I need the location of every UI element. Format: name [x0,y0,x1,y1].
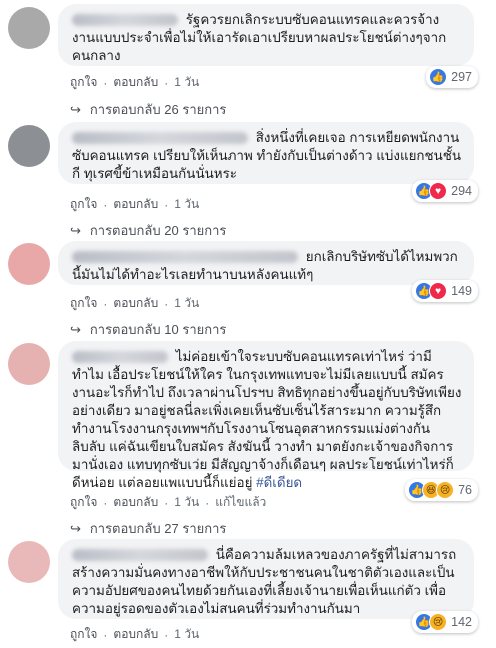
comment-text: ไม่ค่อยเข้าใจระบบซับคอนแทรคเท่าไหร่ ว่าม… [72,349,462,490]
comment-actions: ถูกใจ · ตอบกลับ · 1 วัน [70,294,199,313]
timestamp[interactable]: 1 วัน [174,294,199,313]
reaction-summary[interactable]: 👍 297 [426,66,478,88]
comment-actions: ถูกใจ · ตอบกลับ · 1 วัน [70,625,199,644]
love-icon: ♥ [429,282,448,300]
love-icon: ♥ [429,182,448,200]
commenter-name[interactable] [72,549,208,562]
replies-count-label: การตอบกลับ 20 รายการ [89,223,227,238]
reaction-count: 142 [451,615,472,629]
separator-dot: · [164,495,169,510]
reaction-summary[interactable]: 👍 😆 😢 76 [405,479,478,501]
reply-link[interactable]: ตอบกลับ [113,294,158,313]
comment-bubble: ยกเลิกบริษัทซับได้ไหมพวกนี้มันไม่ได้ทำอะ… [58,241,474,285]
reply-arrow-icon: ↪ [70,520,81,536]
reply-arrow-icon: ↪ [70,321,81,337]
avatar[interactable] [8,125,50,167]
view-replies-link[interactable]: ↪ การตอบกลับ 27 รายการ [70,518,226,539]
reaction-summary[interactable]: 👍 ♥ 149 [412,280,478,302]
comment-actions: ถูกใจ · ตอบกลับ · 1 วัน · แก้ไขแล้ว [70,493,266,512]
comment-actions: ถูกใจ · ตอบกลับ · 1 วัน [70,195,199,214]
timestamp[interactable]: 1 วัน [174,195,199,214]
like-link[interactable]: ถูกใจ [70,625,97,644]
reaction-count: 149 [451,284,472,298]
separator-dot: · [164,296,169,311]
reply-link[interactable]: ตอบกลับ [113,625,158,644]
separator-dot: · [103,627,108,642]
avatar[interactable] [8,541,50,583]
replies-count-label: การตอบกลับ 10 รายการ [89,322,227,337]
separator-dot: · [103,197,108,212]
view-replies-link[interactable]: ↪ การตอบกลับ 26 รายการ [70,99,226,120]
like-link[interactable]: ถูกใจ [70,493,97,512]
like-link[interactable]: ถูกใจ [70,73,97,92]
timestamp[interactable]: 1 วัน [174,625,199,644]
comment-bubble: ไม่ค่อยเข้าใจระบบซับคอนแทรคเท่าไหร่ ว่าม… [58,341,474,490]
timestamp[interactable]: 1 วัน [174,73,199,92]
reaction-count: 294 [451,184,472,198]
timestamp[interactable]: 1 วัน [174,493,199,512]
reply-link[interactable]: ตอบกลับ [113,195,158,214]
reaction-summary[interactable]: 👍 ♥ 294 [412,180,478,202]
avatar[interactable] [8,7,50,49]
hashtag-link[interactable]: #ดีเดียด [256,475,302,490]
commenter-name[interactable] [72,132,248,145]
replies-count-label: การตอบกลับ 27 รายการ [89,521,227,536]
separator-dot: · [164,75,169,90]
view-replies-link[interactable]: ↪ การตอบกลับ 10 รายการ [70,319,226,340]
reaction-count: 297 [451,70,472,84]
comment-bubble: นี่คือความล้มเหลวของภาครัฐที่ไม่สามารถสร… [58,539,474,619]
reply-arrow-icon: ↪ [70,101,81,117]
reply-link[interactable]: ตอบกลับ [113,493,158,512]
separator-dot: · [205,495,210,510]
like-icon: 👍 [429,68,448,86]
edited-label[interactable]: แก้ไขแล้ว [215,493,266,512]
view-replies-link[interactable]: ↪ การตอบกลับ 20 รายการ [70,220,226,241]
separator-dot: · [103,296,108,311]
separator-dot: · [164,197,169,212]
reaction-count: 76 [458,483,472,497]
reply-arrow-icon: ↪ [70,222,81,238]
commenter-name[interactable] [72,351,168,364]
avatar[interactable] [8,343,50,385]
comment-bubble: รัฐควรยกเลิกระบบซับคอนแทรคและควรจ้างงานแ… [58,4,474,66]
comment-bubble: สิ่งหนึ่งที่เคยเจอ การเหยียดพนักงานซับคอ… [58,122,474,184]
commenter-name[interactable] [72,251,298,264]
reaction-summary[interactable]: 👍 😢 142 [412,611,478,633]
separator-dot: · [103,495,108,510]
like-link[interactable]: ถูกใจ [70,294,97,313]
sad-icon: 😢 [429,613,448,631]
replies-count-label: การตอบกลับ 26 รายการ [89,102,227,117]
like-link[interactable]: ถูกใจ [70,195,97,214]
comment-actions: ถูกใจ · ตอบกลับ · 1 วัน [70,73,199,92]
separator-dot: · [164,627,169,642]
avatar[interactable] [8,243,50,285]
separator-dot: · [103,75,108,90]
commenter-name[interactable] [72,14,178,27]
sad-icon: 😢 [436,481,455,499]
reply-link[interactable]: ตอบกลับ [113,73,158,92]
